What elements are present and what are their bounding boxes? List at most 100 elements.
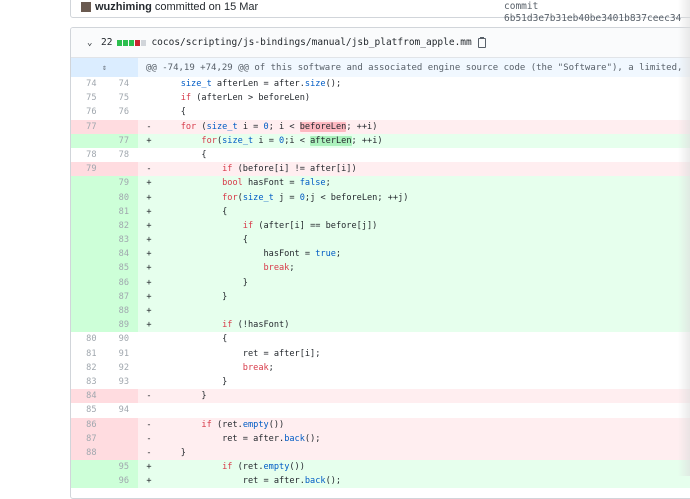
diff-line-ctx: 74 74 size_t afterLen = after.size();: [71, 77, 690, 92]
old-line-number[interactable]: [71, 474, 105, 489]
new-line-number[interactable]: 90: [104, 332, 138, 347]
new-line-number[interactable]: 82: [104, 218, 138, 234]
new-line-number[interactable]: 78: [104, 147, 138, 163]
old-line-number[interactable]: 80: [71, 332, 105, 347]
new-line-number[interactable]: 77: [104, 133, 138, 148]
diffstat-bar: [117, 39, 147, 46]
diff-marker: -: [146, 419, 152, 430]
commit-date-text: committed on 15 Mar: [151, 1, 259, 13]
old-line-number[interactable]: [71, 204, 105, 219]
old-line-number[interactable]: 81: [71, 346, 105, 361]
old-line-number[interactable]: [71, 233, 105, 248]
new-line-number[interactable]: 88: [104, 304, 138, 319]
clipboard-icon[interactable]: [477, 36, 486, 48]
diff-line-add: 85 + break;: [71, 261, 690, 276]
new-line-number[interactable]: 84: [104, 247, 138, 262]
unfold-icon[interactable]: ⇕: [71, 58, 138, 77]
diff-marker: -: [146, 433, 152, 444]
new-line-number[interactable]: 86: [104, 275, 138, 290]
diff-marker: +: [146, 235, 152, 246]
diff-line-ctx: 80 90 {: [71, 332, 690, 347]
new-line-number[interactable]: 81: [104, 204, 138, 219]
new-line-number[interactable]: 91: [104, 346, 138, 361]
old-line-number[interactable]: 85: [71, 403, 105, 418]
diff-line-add: 83 + {: [71, 233, 690, 248]
author-link[interactable]: wuzhiming: [95, 1, 152, 13]
old-line-number[interactable]: [71, 460, 105, 475]
diffstat-block: [141, 39, 147, 46]
avatar[interactable]: [81, 2, 91, 13]
old-line-number[interactable]: 84: [71, 389, 105, 404]
diff-line-add: 81 + {: [71, 204, 690, 219]
new-line-number[interactable]: [104, 162, 138, 177]
diff-line-del: 87 - ret = after.back();: [71, 431, 690, 446]
diff-line-add: 86 + }: [71, 275, 690, 290]
commit-sha[interactable]: commit 6b51d3e7b31eb40be3401b837ceec34: [504, 1, 690, 25]
diff-marker: [138, 361, 160, 375]
new-line-number[interactable]: [104, 119, 138, 134]
old-line-number[interactable]: 79: [71, 162, 105, 177]
old-line-number[interactable]: 77: [71, 119, 105, 134]
old-line-number[interactable]: [71, 275, 105, 290]
old-line-number[interactable]: [71, 261, 105, 276]
old-line-number[interactable]: 83: [71, 374, 105, 390]
old-line-number[interactable]: [71, 318, 105, 333]
new-line-number[interactable]: 93: [104, 374, 138, 390]
old-line-number[interactable]: [71, 247, 105, 262]
diff-marker: +: [146, 220, 152, 231]
new-line-number[interactable]: 76: [104, 105, 138, 120]
diff-marker: -: [146, 121, 152, 132]
diff-marker: +: [146, 135, 152, 146]
new-line-number[interactable]: 79: [104, 176, 138, 191]
chevron-down-icon[interactable]: ⌄: [87, 38, 97, 48]
new-line-number[interactable]: 94: [104, 403, 138, 418]
commit-card: wuzhiming committed on 15 Mar commit 6b5…: [70, 0, 690, 24]
file-path-link[interactable]: cocos/scripting/js-bindings/manual/jsb_p…: [151, 37, 471, 48]
old-line-number[interactable]: 76: [71, 105, 105, 120]
new-line-number[interactable]: 87: [104, 289, 138, 304]
old-line-number[interactable]: [71, 133, 105, 148]
old-line-number[interactable]: 75: [71, 91, 105, 106]
old-line-number[interactable]: 78: [71, 147, 105, 163]
old-line-number[interactable]: [71, 218, 105, 234]
old-line-number[interactable]: 86: [71, 417, 105, 432]
new-line-number[interactable]: 74: [104, 77, 138, 92]
new-line-number[interactable]: 75: [104, 91, 138, 106]
old-line-number[interactable]: 82: [71, 360, 105, 375]
diff-line-ctx: 76 76 {: [71, 105, 690, 120]
old-line-number[interactable]: [71, 176, 105, 191]
new-line-number[interactable]: 95: [104, 460, 138, 475]
old-line-number[interactable]: 74: [71, 77, 105, 92]
old-line-number[interactable]: [71, 304, 105, 319]
diff-line-add: 84 + hasFont = true;: [71, 247, 690, 262]
old-line-number[interactable]: [71, 289, 105, 304]
new-line-number[interactable]: [104, 389, 138, 404]
diff-marker: +: [146, 263, 152, 274]
diff-marker: +: [146, 291, 152, 302]
diffstat-block: [117, 39, 123, 46]
diff-marker: [138, 77, 160, 91]
old-line-number[interactable]: 88: [71, 445, 105, 461]
file-header: ⌄ 22 cocos/scripting/js-bindings/manual/…: [71, 28, 690, 58]
new-line-number[interactable]: 85: [104, 261, 138, 276]
new-line-number[interactable]: [104, 417, 138, 432]
new-line-number[interactable]: 89: [104, 318, 138, 333]
new-line-number[interactable]: [104, 431, 138, 446]
code-text: break;: [263, 263, 295, 274]
diff-lines: 74 74 size_t afterLen = after.size(); 75 75…: [71, 77, 690, 489]
diff-marker: [138, 148, 160, 162]
new-line-number[interactable]: 96: [104, 474, 138, 489]
code-text: }: [160, 376, 228, 387]
old-line-number[interactable]: [71, 190, 105, 205]
code-text: {: [160, 235, 248, 246]
new-line-number[interactable]: 83: [104, 233, 138, 248]
new-line-number[interactable]: 80: [104, 190, 138, 205]
old-line-number[interactable]: 87: [71, 431, 105, 446]
new-line-number[interactable]: 92: [104, 360, 138, 375]
diff-marker: -: [146, 447, 152, 458]
code-text: if (before[i] != after[i]): [222, 164, 357, 175]
new-line-number[interactable]: [104, 445, 138, 461]
diff-line-del: 77 - for (size_t i = 0; i < beforeLen; ++…: [71, 119, 690, 134]
